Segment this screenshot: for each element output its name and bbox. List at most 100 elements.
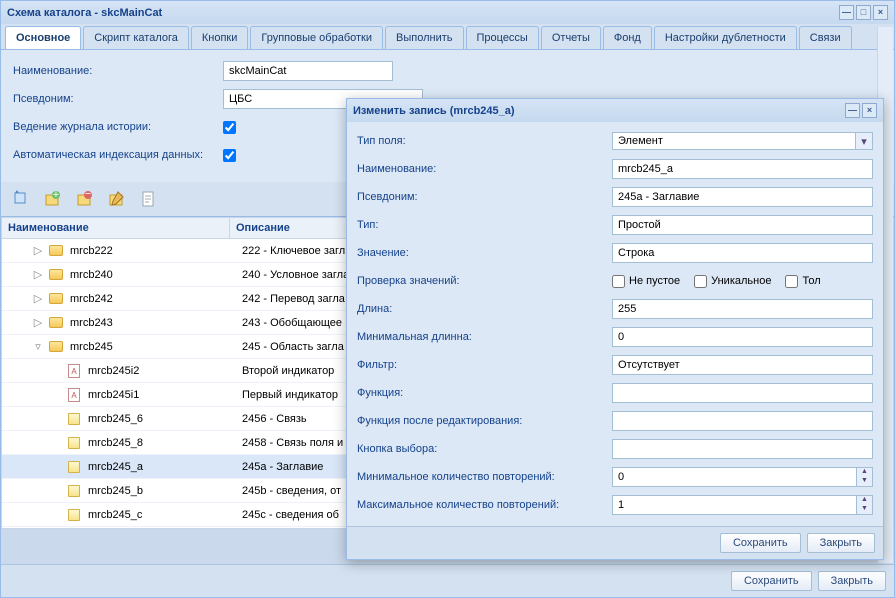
history-checkbox[interactable]: [223, 121, 236, 134]
tab-6[interactable]: Отчеты: [541, 26, 601, 49]
main-save-button[interactable]: Сохранить: [731, 571, 812, 591]
minimize-icon[interactable]: —: [839, 5, 854, 20]
tab-bar: ОсновноеСкрипт каталогаКнопкиГрупповые о…: [1, 24, 894, 50]
field-icon: [66, 483, 82, 499]
tree-label: mrcb240: [68, 269, 113, 281]
dialog-body: Тип поля: Элемент ▾ Наименование: Псевдо…: [347, 122, 883, 526]
funcafter-input[interactable]: [612, 411, 873, 431]
tab-8[interactable]: Настройки дублетности: [654, 26, 797, 49]
autoindex-checkbox[interactable]: [223, 149, 236, 162]
file-icon: A: [66, 363, 82, 379]
tree-desc: 242 - Перевод загла: [242, 293, 345, 305]
file-icon: A: [66, 387, 82, 403]
d-name-label: Наименование:: [357, 163, 612, 175]
minlength-input[interactable]: [612, 327, 873, 347]
edit-icon[interactable]: [105, 188, 127, 210]
name-label: Наименование:: [13, 65, 223, 77]
field-icon: [66, 459, 82, 475]
remove-icon[interactable]: −: [73, 188, 95, 210]
tree-desc: 243 - Обобщающее: [242, 317, 342, 329]
chk-tol[interactable]: Тол: [785, 275, 820, 288]
expand-arrow-icon[interactable]: ▷: [32, 316, 44, 329]
tab-0[interactable]: Основное: [5, 26, 81, 49]
funcafter-label: Функция после редактирования:: [357, 415, 612, 427]
maximize-icon[interactable]: □: [856, 5, 871, 20]
expand-arrow-icon[interactable]: ▿: [32, 340, 44, 353]
folder-icon: [48, 267, 64, 283]
dialog-save-button[interactable]: Сохранить: [720, 533, 801, 553]
d-alias-input[interactable]: [612, 187, 873, 207]
selbtn-input[interactable]: [612, 439, 873, 459]
maxrep-label: Максимальное количество повторений:: [357, 499, 612, 511]
tab-4[interactable]: Выполнить: [385, 26, 463, 49]
filter-input[interactable]: [612, 355, 873, 375]
field-icon: [66, 435, 82, 451]
d-name-input[interactable]: [612, 159, 873, 179]
maxrep-stepper[interactable]: ▲▼: [612, 495, 873, 515]
field-icon: [66, 507, 82, 523]
fieldtype-select[interactable]: Элемент ▾: [612, 132, 873, 150]
dialog-footer: Сохранить Закрыть: [347, 526, 883, 559]
svg-text:−: −: [85, 190, 91, 200]
dialog-minimize-icon[interactable]: —: [845, 103, 860, 118]
check-label: Проверка значений:: [357, 275, 612, 287]
d-type-input[interactable]: [612, 215, 873, 235]
length-input[interactable]: [612, 299, 873, 319]
folder-icon: [48, 243, 64, 259]
col-name[interactable]: Наименование: [2, 218, 230, 238]
add-icon[interactable]: +: [41, 188, 63, 210]
tree-desc: Первый индикатор: [242, 389, 338, 401]
chevron-down-icon: ▾: [855, 133, 872, 149]
history-label: Ведение журнала истории:: [13, 121, 223, 133]
tree-label: mrcb245i1: [86, 389, 139, 401]
dialog-title-bar[interactable]: Изменить запись (mrcb245_a) — ×: [347, 99, 883, 122]
document-icon[interactable]: [137, 188, 159, 210]
tree-desc: 245 - Область загла: [242, 341, 344, 353]
tree-desc: 2456 - Связь: [242, 413, 307, 425]
dialog-close-button[interactable]: Закрыть: [807, 533, 875, 553]
d-value-input[interactable]: [612, 243, 873, 263]
d-alias-label: Псевдоним:: [357, 191, 612, 203]
minrep-stepper[interactable]: ▲▼: [612, 467, 873, 487]
tree-label: mrcb245_8: [86, 437, 143, 449]
dialog-close-icon[interactable]: ×: [862, 103, 877, 118]
spin-up-icon[interactable]: ▲: [857, 496, 872, 505]
folder-icon: [48, 291, 64, 307]
field-icon: [66, 411, 82, 427]
func-input[interactable]: [612, 383, 873, 403]
tab-5[interactable]: Процессы: [466, 26, 539, 49]
tree-label: mrcb245_6: [86, 413, 143, 425]
tab-2[interactable]: Кнопки: [191, 26, 249, 49]
main-footer: Сохранить Закрыть: [1, 564, 894, 597]
minlength-label: Минимальная длинна:: [357, 331, 612, 343]
main-close-button[interactable]: Закрыть: [818, 571, 886, 591]
spin-down-icon[interactable]: ▼: [857, 505, 872, 514]
spin-up-icon[interactable]: ▲: [857, 468, 872, 477]
chk-unique[interactable]: Уникальное: [694, 275, 771, 288]
autoindex-label: Автоматическая индексация данных:: [13, 149, 223, 161]
edit-dialog: Изменить запись (mrcb245_a) — × Тип поля…: [346, 98, 884, 560]
expand-arrow-icon[interactable]: ▷: [32, 292, 44, 305]
tab-3[interactable]: Групповые обработки: [250, 26, 383, 49]
expand-arrow-icon[interactable]: ▷: [32, 244, 44, 257]
filter-label: Фильтр:: [357, 359, 612, 371]
chk-notempty[interactable]: Не пустое: [612, 275, 680, 288]
func-label: Функция:: [357, 387, 612, 399]
close-icon[interactable]: ×: [873, 5, 888, 20]
tree-label: mrcb245i2: [86, 365, 139, 377]
tree-desc: 245a - Заглавие: [242, 461, 323, 473]
alias-label: Псевдоним:: [13, 93, 223, 105]
tab-7[interactable]: Фонд: [603, 26, 652, 49]
name-input[interactable]: [223, 61, 393, 81]
tree-desc: 245b - сведения, от: [242, 485, 341, 497]
tree-desc: 2458 - Связь поля и: [242, 437, 343, 449]
refresh-icon[interactable]: [9, 188, 31, 210]
tree-desc: Второй индикатор: [242, 365, 334, 377]
tree-label: mrcb243: [68, 317, 113, 329]
tab-1[interactable]: Скрипт каталога: [83, 26, 189, 49]
tab-9[interactable]: Связи: [799, 26, 852, 49]
expand-arrow-icon[interactable]: ▷: [32, 268, 44, 281]
svg-text:+: +: [53, 190, 59, 201]
fieldtype-label: Тип поля:: [357, 135, 612, 147]
spin-down-icon[interactable]: ▼: [857, 477, 872, 486]
